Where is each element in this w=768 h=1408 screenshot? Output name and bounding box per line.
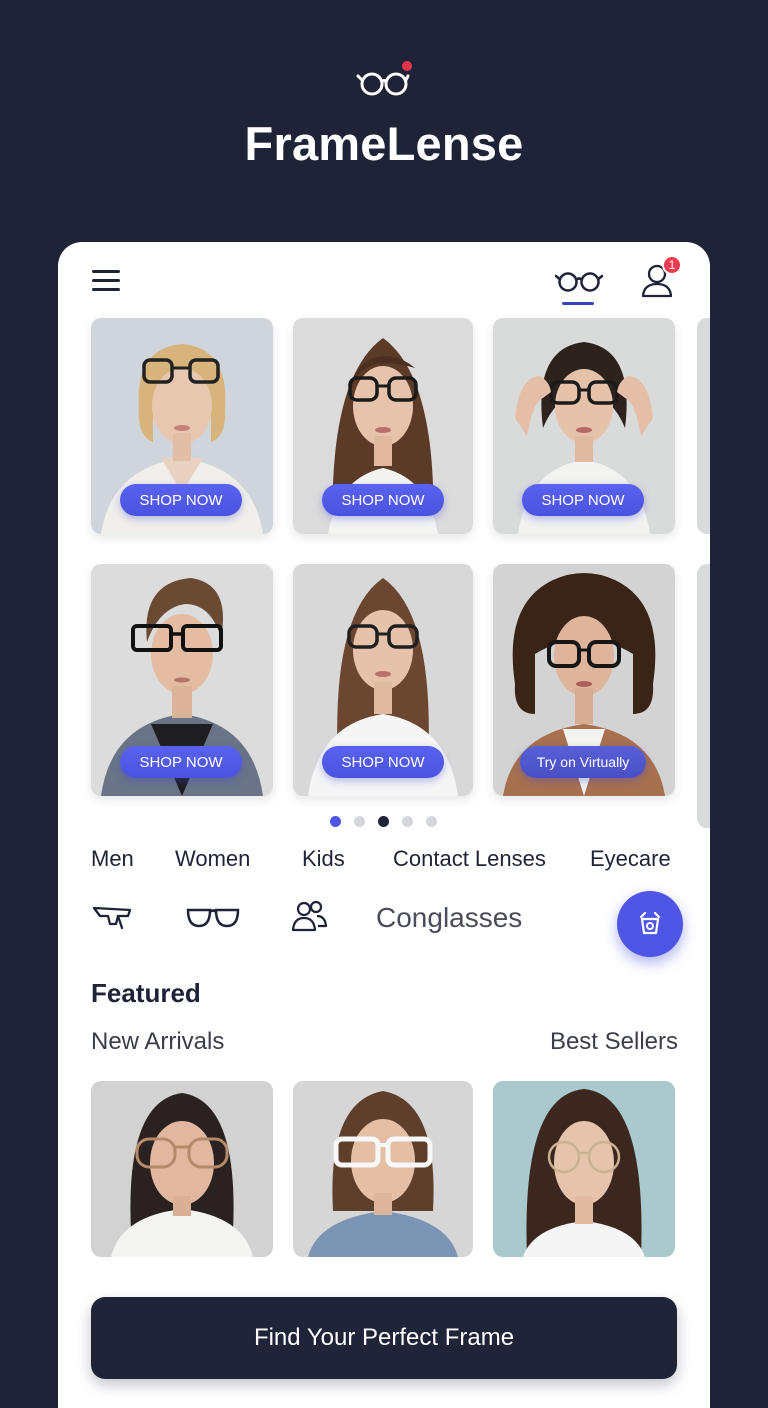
- virtual-try-on-fab[interactable]: [617, 891, 683, 957]
- app-title: FrameLense: [244, 117, 524, 170]
- shop-now-button[interactable]: SHOP NOW: [322, 484, 444, 516]
- conglasses-label[interactable]: Conglasses: [376, 902, 522, 934]
- product-tile[interactable]: SHOP NOW: [293, 318, 473, 534]
- product-tile[interactable]: SHOP NOW: [91, 318, 273, 534]
- shop-now-button[interactable]: SHOP NOW: [322, 746, 444, 778]
- new-arrivals-link[interactable]: New Arrivals: [91, 1028, 224, 1056]
- pagination-dot[interactable]: [402, 816, 413, 827]
- pagination-dot[interactable]: [354, 816, 365, 827]
- shop-now-button[interactable]: SHOP NOW: [120, 746, 242, 778]
- category-contact-lenses[interactable]: Contact Lenses: [393, 846, 546, 872]
- category-eyecare[interactable]: Eyecare: [590, 846, 671, 872]
- featured-product-tile[interactable]: [91, 1081, 273, 1257]
- virtual-try-on-icon: [639, 911, 661, 935]
- active-tab-indicator: [562, 302, 594, 305]
- category-kids[interactable]: Kids: [302, 846, 345, 872]
- tab-glasses[interactable]: [554, 262, 606, 308]
- model-photo: [293, 1081, 473, 1257]
- category-women[interactable]: Women: [175, 846, 250, 872]
- product-tile[interactable]: SHOP NOW: [493, 318, 675, 534]
- category-men[interactable]: Men: [91, 846, 134, 872]
- featured-product-tile[interactable]: [493, 1081, 675, 1257]
- shop-now-button[interactable]: SHOP NOW: [120, 484, 242, 516]
- users-icon[interactable]: [290, 898, 328, 934]
- pagination-dot[interactable]: [426, 816, 437, 827]
- featured-heading: Featured: [91, 978, 201, 1008]
- eyeglasses-icon[interactable]: [184, 904, 242, 932]
- featured-product-tile[interactable]: [293, 1081, 473, 1257]
- top-bar: 1: [58, 242, 710, 318]
- hamburger-icon[interactable]: [92, 268, 122, 292]
- best-sellers-link[interactable]: Best Sellers: [550, 1028, 678, 1056]
- glasses-icon: [554, 272, 604, 292]
- try-on-virtually-button[interactable]: Try on Virtually: [520, 746, 646, 778]
- pagination-dot[interactable]: [378, 816, 389, 827]
- product-tile[interactable]: SHOP NOW: [293, 564, 473, 796]
- product-tile[interactable]: Try on Virtually: [493, 564, 675, 796]
- sunglasses-frame-icon[interactable]: [92, 902, 134, 932]
- find-perfect-frame-button[interactable]: Find Your Perfect Frame: [91, 1297, 677, 1379]
- category-nav: Men Women Kids Contact Lenses Eyecare: [58, 846, 710, 876]
- pagination-dot[interactable]: [330, 816, 341, 827]
- next-tile-peek[interactable]: [697, 318, 710, 534]
- glasses-logo-icon: [356, 61, 412, 96]
- product-tile[interactable]: SHOP NOW: [91, 564, 273, 796]
- notification-badge: 1: [662, 255, 682, 275]
- next-tile-peek[interactable]: [697, 564, 710, 828]
- shop-now-button[interactable]: SHOP NOW: [522, 484, 644, 516]
- model-photo: [493, 1081, 675, 1257]
- main-card: 1 SHOP NOW SHOP NOW SHOP NOW SHOP NOW SH…: [58, 242, 710, 1408]
- brand-header: FrameLense: [0, 58, 768, 171]
- model-photo: [91, 1081, 273, 1257]
